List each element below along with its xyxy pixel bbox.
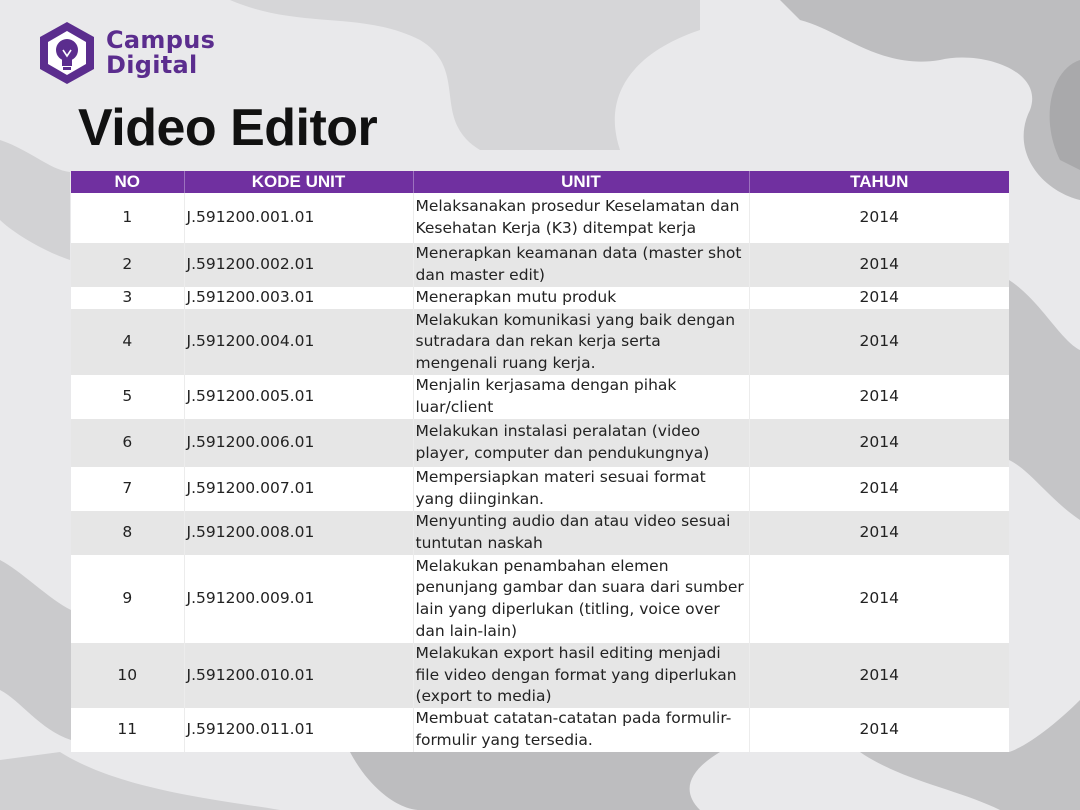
cell-kode-unit: J.591200.010.01 xyxy=(184,643,414,708)
cell-no: 5 xyxy=(71,375,185,419)
table-row: 8 J.591200.008.01 Menyunting audio dan a… xyxy=(71,511,1009,555)
cell-no: 1 xyxy=(71,193,185,243)
cell-unit: Membuat catatan-catatan pada formulir-fo… xyxy=(413,707,750,752)
lightbulb-hexagon-icon xyxy=(40,22,94,84)
cell-tahun: 2014 xyxy=(749,643,1009,708)
competency-table: NO KODE UNIT UNIT TAHUN 1 J.591200.001.0… xyxy=(71,171,1009,752)
column-header-kode-unit: KODE UNIT xyxy=(184,171,414,193)
cell-tahun: 2014 xyxy=(749,419,1009,467)
cell-tahun: 2014 xyxy=(749,467,1009,511)
cell-unit: Mempersiapkan materi sesuai format yang … xyxy=(413,467,750,511)
cell-unit: Menerapkan mutu produk xyxy=(413,287,750,309)
cell-tahun: 2014 xyxy=(749,555,1009,643)
cell-kode-unit: J.591200.004.01 xyxy=(184,309,414,375)
cell-no: 3 xyxy=(71,287,185,309)
cell-no: 10 xyxy=(71,643,185,708)
cell-kode-unit: J.591200.001.01 xyxy=(184,193,414,243)
table-row: 7 J.591200.007.01 Mempersiapkan materi s… xyxy=(71,467,1009,511)
cell-no: 6 xyxy=(71,419,185,467)
cell-unit: Melakukan komunikasi yang baik dengan su… xyxy=(413,309,750,375)
cell-unit: Menyunting audio dan atau video sesuai t… xyxy=(413,511,750,555)
cell-unit: Menerapkan keamanan data (master shot da… xyxy=(413,243,750,287)
cell-no: 7 xyxy=(71,467,185,511)
column-header-tahun: TAHUN xyxy=(749,171,1009,193)
brand-name: Campus Digital xyxy=(106,28,215,78)
cell-no: 4 xyxy=(71,309,185,375)
cell-unit: Melaksanakan prosedur Keselamatan dan Ke… xyxy=(413,193,750,243)
cell-kode-unit: J.591200.003.01 xyxy=(184,287,414,309)
cell-no: 9 xyxy=(71,555,185,643)
cell-tahun: 2014 xyxy=(749,309,1009,375)
cell-kode-unit: J.591200.002.01 xyxy=(184,243,414,287)
table-row: 5 J.591200.005.01 Menjalin kerjasama den… xyxy=(71,375,1009,419)
column-header-unit: UNIT xyxy=(413,171,750,193)
cell-no: 8 xyxy=(71,511,185,555)
brand-line-1: Campus xyxy=(106,26,216,54)
cell-tahun: 2014 xyxy=(749,511,1009,555)
page-title: Video Editor xyxy=(78,99,378,157)
cell-tahun: 2014 xyxy=(749,707,1009,752)
cell-kode-unit: J.591200.007.01 xyxy=(184,467,414,511)
cell-tahun: 2014 xyxy=(749,243,1009,287)
campus-digital-logo: Campus Digital xyxy=(36,20,215,86)
table-row: 6 J.591200.006.01 Melakukan instalasi pe… xyxy=(71,419,1009,467)
column-header-no: NO xyxy=(71,171,185,193)
cell-tahun: 2014 xyxy=(749,375,1009,419)
cell-kode-unit: J.591200.008.01 xyxy=(184,511,414,555)
cell-no: 2 xyxy=(71,243,185,287)
table-row: 9 J.591200.009.01 Melakukan penambahan e… xyxy=(71,555,1009,643)
cell-unit: Menjalin kerjasama dengan pihak luar/cli… xyxy=(413,375,750,419)
cell-no: 11 xyxy=(71,707,185,752)
table-header-row: NO KODE UNIT UNIT TAHUN xyxy=(71,171,1009,193)
table-row: 11 J.591200.011.01 Membuat catatan-catat… xyxy=(71,707,1009,752)
table-row: 2 J.591200.002.01 Menerapkan keamanan da… xyxy=(71,243,1009,287)
table-row: 4 J.591200.004.01 Melakukan komunikasi y… xyxy=(71,309,1009,375)
cell-kode-unit: J.591200.006.01 xyxy=(184,419,414,467)
table-row: 3 J.591200.003.01 Menerapkan mutu produk… xyxy=(71,287,1009,309)
cell-unit: Melakukan penambahan elemen penunjang ga… xyxy=(413,555,750,643)
cell-kode-unit: J.591200.005.01 xyxy=(184,375,414,419)
table-row: 1 J.591200.001.01 Melaksanakan prosedur … xyxy=(71,193,1009,243)
cell-kode-unit: J.591200.011.01 xyxy=(184,707,414,752)
cell-kode-unit: J.591200.009.01 xyxy=(184,555,414,643)
cell-unit: Melakukan instalasi peralatan (video pla… xyxy=(413,419,750,467)
cell-unit: Melakukan export hasil editing menjadi f… xyxy=(413,643,750,708)
cell-tahun: 2014 xyxy=(749,193,1009,243)
cell-tahun: 2014 xyxy=(749,287,1009,309)
table-row: 10 J.591200.010.01 Melakukan export hasi… xyxy=(71,643,1009,708)
brand-line-2: Digital xyxy=(106,51,198,79)
